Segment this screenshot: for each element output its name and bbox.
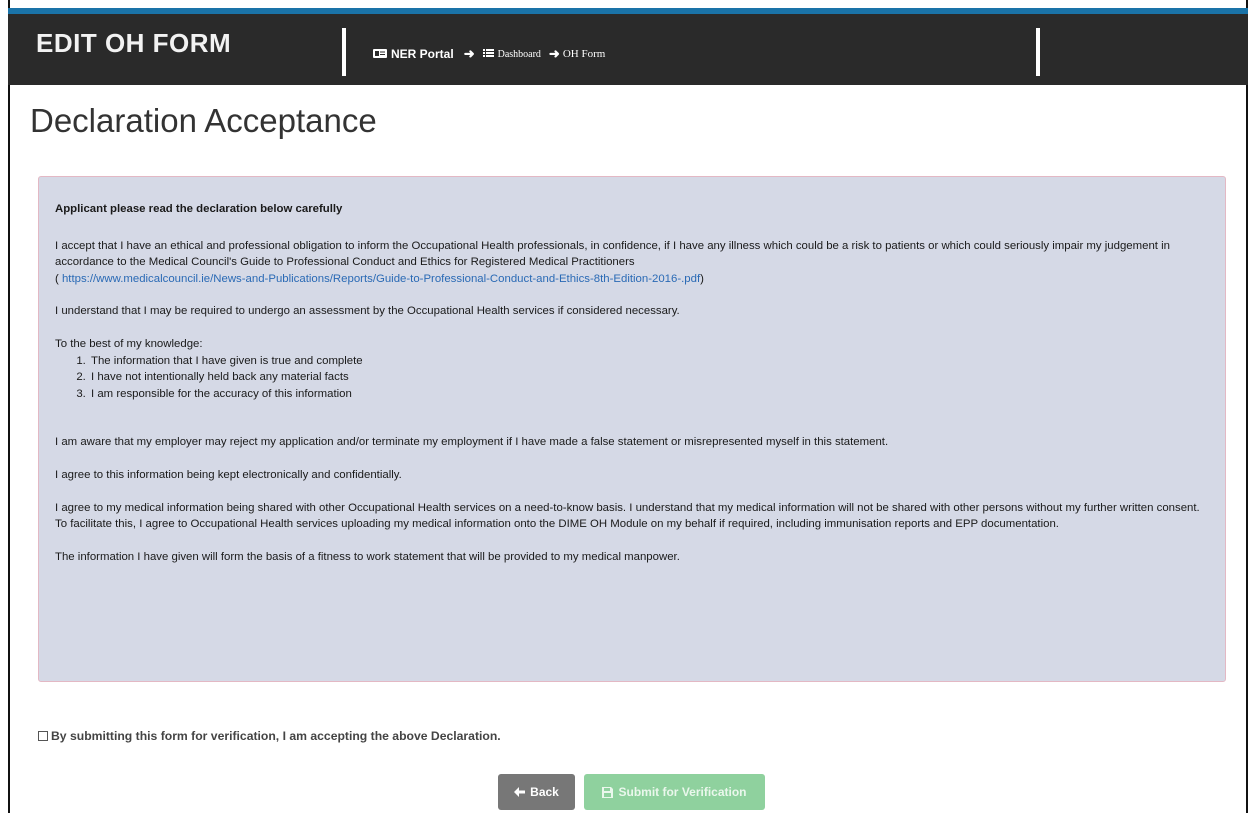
declaration-paragraph-obligation: I accept that I have an ethical and prof… <box>55 238 1211 288</box>
declaration-paragraph-fitness: The information I have given will form t… <box>55 550 680 563</box>
header-title: EDIT OH FORM <box>36 28 232 58</box>
knowledge-list: The information that I have given is tru… <box>55 353 1211 403</box>
breadcrumb-item-dashboard[interactable]: Dashboard <box>482 48 541 60</box>
header-divider-left <box>342 28 346 76</box>
list-item: The information that I have given is tru… <box>89 353 1211 370</box>
declaration-paragraph-storage: I agree to this information being kept e… <box>55 468 402 481</box>
acceptance-row[interactable]: By submitting this form for verification… <box>38 729 501 743</box>
breadcrumb-label: OH Form <box>562 48 606 60</box>
link-prefix: ( <box>55 272 62 285</box>
arrow-right-icon: ➜ <box>463 46 475 61</box>
declaration-paragraph-employer: I am aware that my employer may reject m… <box>55 436 889 449</box>
arrow-right-icon: ➜ <box>548 46 560 61</box>
list-icon <box>482 48 494 60</box>
list-item: I am responsible for the accuracy of thi… <box>89 386 1211 403</box>
arrow-left-icon <box>514 787 526 797</box>
obligation-text: I accept that I have an ethical and prof… <box>55 239 1170 269</box>
save-icon <box>602 786 614 798</box>
breadcrumb-item-ner-portal[interactable]: NER Portal <box>373 47 454 61</box>
submit-for-verification-button[interactable]: Submit for Verification <box>584 774 765 810</box>
id-card-icon <box>373 47 387 61</box>
breadcrumb-label: NER Portal <box>391 47 454 61</box>
declaration-panel: Applicant please read the declaration be… <box>38 176 1226 682</box>
guide-link[interactable]: https://www.medicalcouncil.ie/News-and-P… <box>62 273 700 285</box>
submit-button-label: Submit for Verification <box>618 785 747 799</box>
page-title: Declaration Acceptance <box>30 102 377 139</box>
page-header: EDIT OH FORM NER Portal ➜ Dashboard ➜ OH… <box>8 14 1248 85</box>
back-button[interactable]: Back <box>498 774 575 810</box>
breadcrumb: NER Portal ➜ Dashboard ➜ OH Form <box>373 46 605 62</box>
breadcrumb-label: Dashboard <box>497 48 541 60</box>
back-button-label: Back <box>530 785 559 799</box>
list-item: I have not intentionally held back any m… <box>89 369 1211 386</box>
header-divider-right <box>1036 28 1040 76</box>
breadcrumb-item-oh-form[interactable]: OH Form <box>563 48 605 60</box>
declaration-heading: Applicant please read the declaration be… <box>55 203 343 215</box>
declaration-paragraph-assessment: I understand that I may be required to u… <box>55 305 680 318</box>
knowledge-intro: To the best of my knowledge: <box>55 337 203 350</box>
acceptance-checkbox[interactable] <box>38 731 48 741</box>
declaration-paragraph-sharing: I agree to my medical information being … <box>55 501 1200 531</box>
acceptance-label: By submitting this form for verification… <box>51 729 501 743</box>
link-suffix: ) <box>700 272 704 285</box>
